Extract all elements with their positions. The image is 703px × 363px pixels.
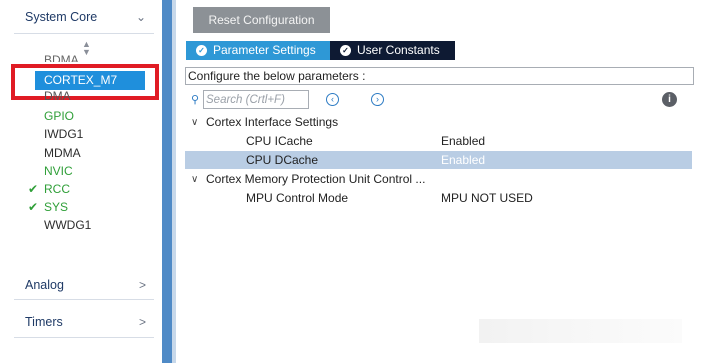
check-circle-icon: ✓ — [196, 45, 207, 56]
divider — [14, 299, 154, 300]
check-icon: ✔ — [28, 200, 39, 214]
search-icon: ⚲ — [191, 94, 200, 106]
category-system-core[interactable]: System Core ⌄ — [0, 6, 162, 28]
search-input[interactable] — [203, 90, 309, 109]
check-icon: ✔ — [28, 182, 39, 196]
param-value[interactable]: Enabled — [441, 132, 485, 150]
sidebar-item-gpio[interactable]: GPIO — [44, 108, 74, 125]
tab-bar: ✓ Parameter Settings ✓ User Constants — [186, 41, 455, 60]
configure-hint: Configure the below parameters : — [185, 67, 694, 85]
param-value[interactable]: Enabled — [441, 151, 485, 169]
divider — [14, 33, 154, 34]
highlight-box — [11, 64, 159, 100]
param-name[interactable]: CPU ICache — [246, 132, 313, 150]
sidebar-item-nvic[interactable]: NVIC — [44, 163, 73, 180]
sidebar-item-mdma[interactable]: MDMA — [44, 145, 81, 162]
category-label: Analog — [25, 278, 64, 292]
sidebar-item-bdma[interactable]: BDMA — [44, 52, 79, 62]
sort-icon[interactable]: ▲ ▼ — [82, 40, 91, 57]
chevron-down-icon[interactable]: ∨ — [191, 114, 198, 132]
category-analog[interactable]: Analog > — [0, 274, 162, 296]
sidebar-item-wwdg1[interactable]: WWDG1 — [44, 217, 91, 234]
reset-configuration-button[interactable]: Reset Configuration — [193, 7, 330, 33]
tab-parameter-settings[interactable]: ✓ Parameter Settings — [186, 41, 330, 60]
info-icon[interactable]: i — [662, 92, 677, 107]
configuration-panel: Reset Configuration ✓ Parameter Settings… — [176, 0, 703, 363]
category-label: Timers — [25, 315, 63, 329]
category-timers[interactable]: Timers > — [0, 311, 162, 333]
sidebar-item-dma[interactable]: DMA — [44, 91, 71, 103]
group-cortex-mpu-control[interactable]: Cortex Memory Protection Unit Control ..… — [206, 170, 425, 188]
panel-splitter[interactable] — [162, 0, 172, 363]
sidebar-item-rcc[interactable]: RCC — [44, 181, 70, 198]
chevron-right-icon: > — [138, 278, 146, 292]
divider — [14, 337, 154, 338]
sidebar-item-sys[interactable]: SYS — [44, 199, 68, 216]
tab-user-constants[interactable]: ✓ User Constants — [330, 41, 455, 60]
group-cortex-interface-settings[interactable]: Cortex Interface Settings — [206, 113, 338, 131]
previous-result-icon[interactable]: ‹ — [326, 93, 339, 106]
check-circle-icon: ✓ — [340, 45, 351, 56]
sidebar: System Core ⌄ ▲ ▼ BDMA CORTEX_M7 DMA GPIO… — [0, 0, 162, 363]
param-name[interactable]: MPU Control Mode — [246, 189, 348, 207]
category-label: System Core — [25, 10, 98, 24]
param-value[interactable]: MPU NOT USED — [441, 189, 533, 207]
chevron-down-icon[interactable]: ∨ — [191, 171, 198, 189]
chevron-down-icon: ⌄ — [135, 10, 146, 24]
param-name[interactable]: CPU DCache — [246, 151, 318, 169]
tab-label: User Constants — [357, 43, 440, 57]
chevron-right-icon: > — [138, 315, 146, 329]
tab-label: Parameter Settings — [213, 43, 316, 57]
next-result-icon[interactable]: › — [371, 93, 384, 106]
blurred-watermark — [479, 319, 682, 343]
sidebar-item-iwdg1[interactable]: IWDG1 — [44, 126, 83, 143]
